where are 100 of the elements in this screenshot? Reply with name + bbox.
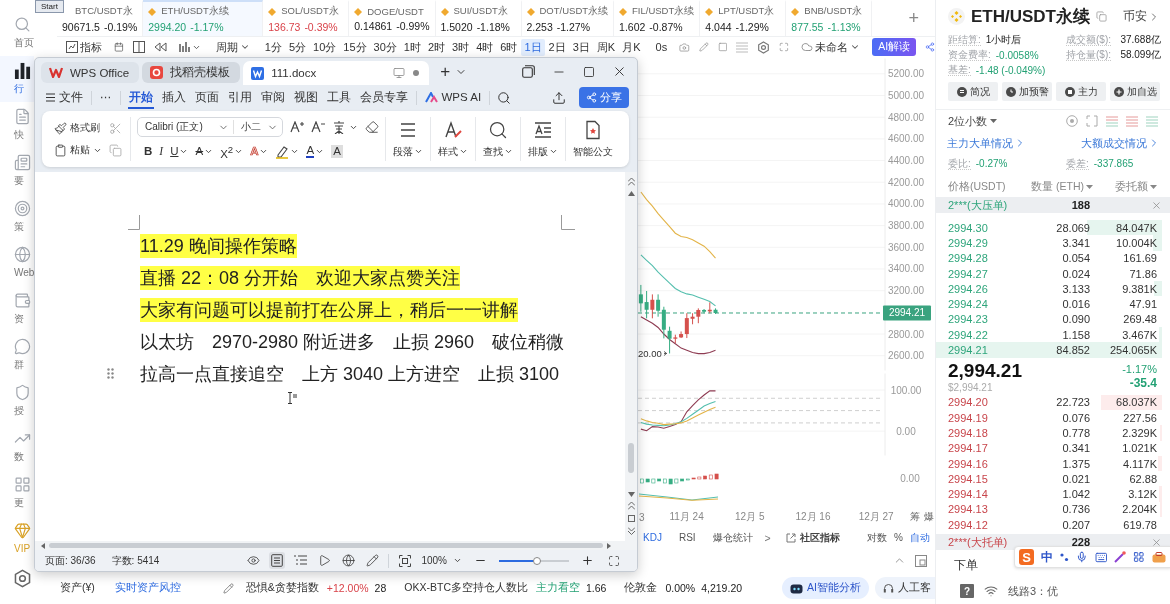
toolbox-icon[interactable] (1152, 551, 1166, 563)
zoom-dropdown[interactable]: 100% (421, 555, 462, 566)
font-grow-icon[interactable] (290, 121, 304, 134)
ai-interpret-button[interactable]: AI解读 (872, 38, 917, 56)
decimals-dropdown[interactable]: 2位小数 (948, 113, 998, 129)
share-icon[interactable] (925, 41, 935, 53)
scale-option[interactable]: % (894, 532, 903, 543)
column-header[interactable]: 委托额 (1093, 180, 1157, 194)
zoom-slider-thumb[interactable] (532, 556, 541, 565)
ai-analysis-button[interactable]: AI智能分析 (782, 577, 869, 599)
ribbon-button[interactable]: 查找 (482, 119, 514, 159)
ribbon-button[interactable]: 段落 (392, 119, 424, 159)
calendar-icon[interactable] (114, 41, 124, 53)
sidebar-item[interactable]: 行 (0, 56, 34, 102)
panel-tab[interactable]: 下单 (954, 556, 978, 574)
column-header[interactable]: 数量 (ETH) (1021, 180, 1093, 194)
share-button[interactable]: 分享 (579, 87, 629, 108)
customer-service-button[interactable]: 人工客 (875, 577, 935, 599)
sidebar-item[interactable]: 授 (0, 378, 34, 424)
view-mode-button[interactable] (340, 552, 358, 569)
interval-button[interactable]: 周K (593, 38, 619, 56)
interval-button[interactable]: 6时 (497, 38, 521, 56)
format-button[interactable] (275, 145, 300, 159)
ribbon-button[interactable]: 样式 (437, 119, 469, 159)
window-tab[interactable]: 找稻壳模板 (142, 62, 241, 83)
menu-tab[interactable]: 会员专享 (358, 86, 409, 109)
scale-option[interactable]: 自动 (910, 530, 930, 545)
format-button[interactable]: B (144, 145, 153, 159)
indicator-tab[interactable]: KDJ (643, 532, 662, 543)
format-button[interactable]: X$^{2}$ (220, 143, 244, 161)
menu-tab[interactable]: 工具 (325, 86, 352, 109)
axis-toggle[interactable]: 筹 (910, 510, 920, 524)
grid-icon[interactable] (1133, 551, 1145, 563)
triangle-down-icon[interactable] (627, 492, 635, 497)
microphone-icon[interactable] (1076, 551, 1088, 563)
interval-button[interactable]: 月K (619, 38, 644, 56)
axis-toggle[interactable]: 爆 (924, 510, 934, 524)
interval-button[interactable]: 3日 (569, 38, 593, 56)
pencil-icon[interactable] (222, 582, 234, 594)
keyboard-icon[interactable] (1094, 550, 1108, 564)
timer-button[interactable]: 0s (652, 40, 671, 54)
window-tab[interactable]: 111.docx (243, 61, 430, 85)
plus-icon[interactable] (581, 554, 594, 567)
close-icon[interactable] (612, 64, 627, 79)
interval-button[interactable]: 30分 (370, 38, 400, 56)
indicator-tab[interactable]: 爆仓统计 (712, 530, 753, 545)
exchange-link[interactable]: 币安 (1123, 9, 1160, 24)
target-icon[interactable] (1066, 115, 1078, 127)
menu-tab[interactable]: 开始 (127, 86, 154, 109)
phonetic-guide-button[interactable] (332, 120, 358, 134)
ime-mode-button[interactable]: 中 (1041, 548, 1054, 566)
paste-button[interactable]: 粘贴 (54, 143, 102, 157)
settings-icon[interactable] (13, 569, 32, 588)
small-square-icon[interactable] (627, 515, 635, 522)
period-button[interactable]: 周期 (212, 38, 253, 56)
scale-option[interactable]: 对数 (867, 530, 888, 545)
new-tab-button[interactable]: + (438, 61, 453, 82)
sidebar-item[interactable]: 数 (0, 424, 34, 470)
window-tab[interactable]: WPS Office (41, 62, 140, 83)
interval-button[interactable]: 2日 (545, 38, 569, 56)
sidebar-item[interactable]: Web (0, 240, 34, 286)
font-shrink-icon[interactable] (311, 121, 325, 134)
eraser-icon[interactable] (365, 120, 379, 135)
nested-squares-icon[interactable] (915, 554, 927, 567)
action-button[interactable]: 加自选 (1110, 82, 1160, 101)
sidebar-item[interactable]: 群 (0, 332, 34, 378)
double-chevron-up-icon[interactable] (627, 178, 635, 186)
risk-control-link[interactable]: 实时资产风控 (114, 581, 181, 595)
report-link[interactable]: 大额成交情况 (1081, 135, 1160, 151)
scrollbar-thumb[interactable] (628, 443, 634, 473)
interval-button[interactable]: 5分 (285, 38, 310, 56)
drag-handle-icon[interactable] (107, 368, 114, 379)
sidebar-item[interactable]: 首页 (0, 10, 34, 56)
menu-tab[interactable]: 插入 (160, 86, 187, 109)
report-link[interactable]: 主力大单情况 (947, 135, 1026, 151)
menu-tab[interactable]: 审阅 (259, 86, 286, 109)
split-layout-icon[interactable] (132, 41, 145, 53)
format-button[interactable]: U (170, 145, 189, 159)
wand-icon[interactable] (1114, 551, 1127, 563)
sidebar-item[interactable]: 快 (0, 102, 34, 148)
action-button[interactable]: 主力 (1056, 82, 1106, 101)
layout-name-button[interactable]: 未命名 (798, 38, 864, 56)
format-button[interactable]: I (159, 145, 164, 159)
interval-button[interactable]: 1日 (521, 38, 545, 56)
format-button[interactable]: A (195, 145, 214, 159)
interval-button[interactable]: 15分 (340, 38, 370, 56)
action-button[interactable]: 加预警 (1002, 82, 1052, 101)
double-chevron-down-icon[interactable] (627, 527, 635, 535)
ribbon-button[interactable]: 智能公文 (572, 119, 614, 159)
menu-tab[interactable]: 页面 (193, 86, 220, 109)
interval-button[interactable]: 3时 (449, 38, 473, 56)
indicator-tab[interactable]: RSI (678, 532, 696, 543)
interval-button[interactable]: 10分 (310, 38, 340, 56)
interval-button[interactable]: 1时 (400, 38, 424, 56)
action-button[interactable]: 简况 (948, 82, 998, 101)
zoom-slider[interactable] (499, 559, 569, 562)
interval-button[interactable]: 4时 (473, 38, 497, 56)
view-mode-button[interactable] (269, 552, 286, 569)
wps-ai-menu[interactable]: WPS AI (423, 88, 483, 107)
triangle-left-icon[interactable] (41, 542, 45, 549)
